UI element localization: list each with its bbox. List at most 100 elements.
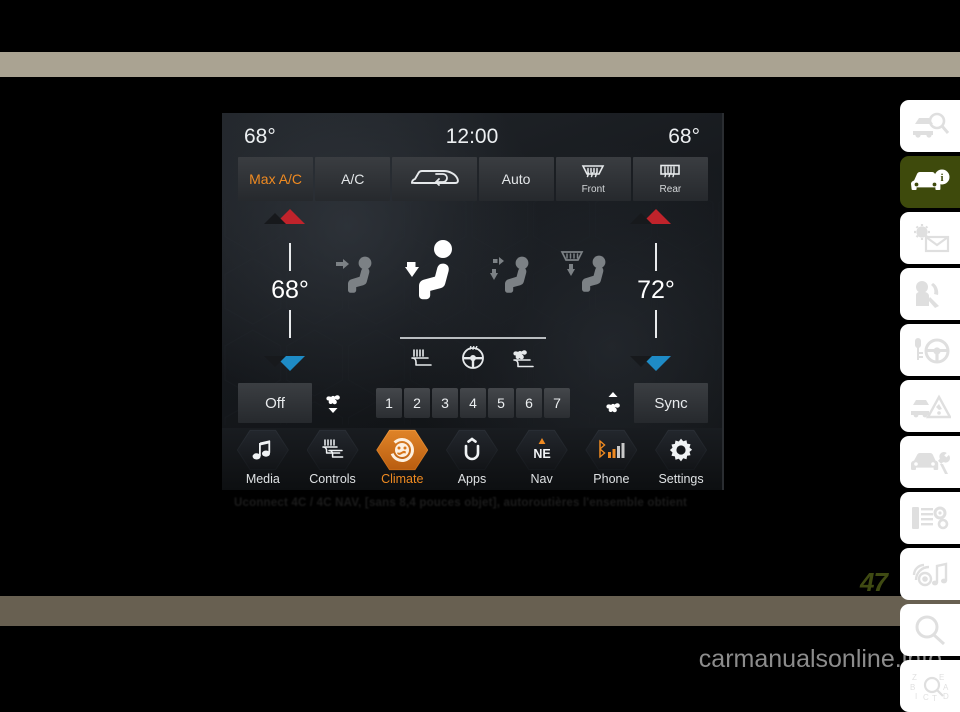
comfort-divider [400, 337, 546, 339]
airflow-upper-icon [336, 256, 372, 293]
climate-off-button[interactable]: Off [238, 383, 312, 423]
ac-label: A/C [341, 171, 365, 187]
vehicle-service-icon [909, 448, 951, 476]
svg-text:C: C [923, 693, 929, 702]
passenger-temperature-control: 72° [620, 209, 692, 371]
search-magnifier-icon [912, 614, 948, 646]
airflow-lower-icon [489, 256, 529, 293]
sidebar-tab-safety[interactable] [900, 268, 960, 320]
nav-item-settings[interactable]: Settings [649, 429, 713, 486]
nav-item-climate[interactable]: Climate [370, 429, 434, 486]
passenger-temp-down-button[interactable] [630, 356, 671, 371]
fan-decrease-icon [326, 395, 340, 413]
nav-item-controls[interactable]: Controls [301, 429, 365, 486]
heated-seat-icon[interactable] [409, 347, 435, 374]
nav-label-phone: Phone [593, 472, 630, 486]
page-band-top [0, 52, 960, 77]
specifications-gears-icon [909, 503, 951, 533]
fan-speed-6[interactable]: 6 [516, 388, 542, 418]
svg-text:I: I [915, 692, 917, 701]
sidebar-tab-index[interactable]: ZBI CT EAD [900, 660, 960, 712]
ventilated-seat-icon[interactable] [511, 347, 537, 374]
nav-item-nav[interactable]: NE Nav [510, 429, 574, 486]
nav-label-media: Media [245, 472, 280, 486]
figure-caption: Uconnect 4C / 4C NAV, [sans 8,4 pouces o… [234, 497, 688, 509]
svg-text:B: B [910, 683, 915, 692]
ac-button[interactable]: A/C [315, 157, 391, 201]
comfort-feature-row [398, 337, 548, 375]
temp-tick-upper [289, 242, 291, 271]
fan-speed-2[interactable]: 2 [404, 388, 430, 418]
svg-text:D: D [943, 692, 949, 701]
front-defrost-label: Front [581, 184, 605, 195]
airflow-mode-upper-button[interactable] [330, 246, 382, 300]
airflow-upper-lower-icon [405, 240, 453, 300]
key-steering-wheel-icon [910, 335, 950, 365]
recirculation-button[interactable] [392, 157, 477, 201]
vehicle-search-icon [910, 111, 950, 141]
fan-decrease-button[interactable] [312, 389, 354, 417]
sidebar-tab-vehicle-info[interactable]: i [900, 156, 960, 208]
sidebar-tab-search[interactable] [900, 604, 960, 656]
driver-temp-down-button[interactable] [264, 356, 305, 371]
music-note-icon [252, 438, 274, 462]
auto-label: Auto [501, 171, 531, 187]
rear-defrost-label: Rear [659, 184, 682, 195]
climate-sync-button[interactable]: Sync [634, 383, 708, 423]
sidebar-tab-emergency[interactable] [900, 380, 960, 432]
fan-speed-1[interactable]: 1 [376, 388, 402, 418]
rear-defrost-icon [658, 163, 682, 183]
temp-tick-lower [655, 309, 657, 338]
decrease-temp-triangle-icon [641, 356, 671, 371]
sidebar-tab-lighting-messages[interactable] [900, 212, 960, 264]
phone-bluetooth-signal-icon [594, 438, 628, 462]
fan-speed-5[interactable]: 5 [488, 388, 514, 418]
nav-item-phone[interactable]: Phone [579, 429, 643, 486]
driver-temp-up-button[interactable] [264, 209, 305, 224]
svg-text:i: i [940, 172, 943, 184]
status-row: 68° 12:00 68° [222, 121, 722, 153]
fan-speed-4[interactable]: 4 [460, 388, 486, 418]
nav-label-climate: Climate [381, 472, 424, 486]
chapter-tabs-sidebar: i Z B I C T E A D [900, 100, 960, 712]
sidebar-tab-servicing[interactable] [900, 436, 960, 488]
sidebar-tab-multimedia[interactable] [900, 548, 960, 600]
driver-temp-readout: 68° [271, 242, 309, 338]
heated-steering-wheel-icon[interactable] [461, 345, 485, 375]
increase-temp-triangle-icon [275, 209, 305, 224]
vehicle-warning-icon [909, 391, 951, 421]
max-ac-label: Max A/C [249, 171, 303, 187]
airflow-mode-upper-lower-button[interactable] [401, 236, 467, 310]
auto-button[interactable]: Auto [478, 157, 554, 201]
temp-tick-lower [289, 309, 291, 338]
fan-speed-7[interactable]: 7 [544, 388, 570, 418]
clock: 12:00 [445, 125, 499, 148]
front-defrost-button[interactable]: Front [555, 157, 631, 201]
max-ac-button[interactable]: Max A/C [238, 157, 314, 201]
nav-label-settings: Settings [658, 472, 704, 486]
airflow-mode-buttons [330, 213, 616, 333]
nav-item-media[interactable]: Media [231, 429, 295, 486]
nav-item-apps[interactable]: Apps [440, 429, 504, 486]
uconnect-apps-icon [459, 437, 485, 463]
fan-speed-3[interactable]: 3 [432, 388, 458, 418]
vehicle-info-icon: i [909, 168, 951, 196]
bottom-navigation-bar: Media Controls Climate Apps NE Nav Phone… [222, 428, 722, 490]
climate-icon [388, 436, 416, 464]
rear-defrost-button[interactable]: Rear [632, 157, 708, 201]
sidebar-tab-vehicle-search[interactable] [900, 100, 960, 152]
fan-increase-button[interactable] [592, 389, 634, 417]
sidebar-tab-starting-operating[interactable] [900, 324, 960, 376]
sidebar-tab-specifications[interactable] [900, 492, 960, 544]
driver-temp-value: 68° [271, 275, 309, 304]
climate-top-button-bar: Max A/C A/C Auto Front Rear [238, 157, 708, 201]
passenger-temp-up-button[interactable] [630, 209, 671, 224]
compass-ne-icon: NE [527, 436, 557, 464]
airflow-mode-defrost-lower-button[interactable] [558, 245, 616, 301]
sync-label: Sync [654, 394, 688, 412]
page-band-bottom [0, 596, 960, 626]
airflow-mode-lower-button[interactable] [487, 246, 539, 300]
nav-label-controls: Controls [309, 472, 356, 486]
temp-tick-upper [655, 242, 657, 271]
nav-label-apps: Apps [457, 472, 487, 486]
